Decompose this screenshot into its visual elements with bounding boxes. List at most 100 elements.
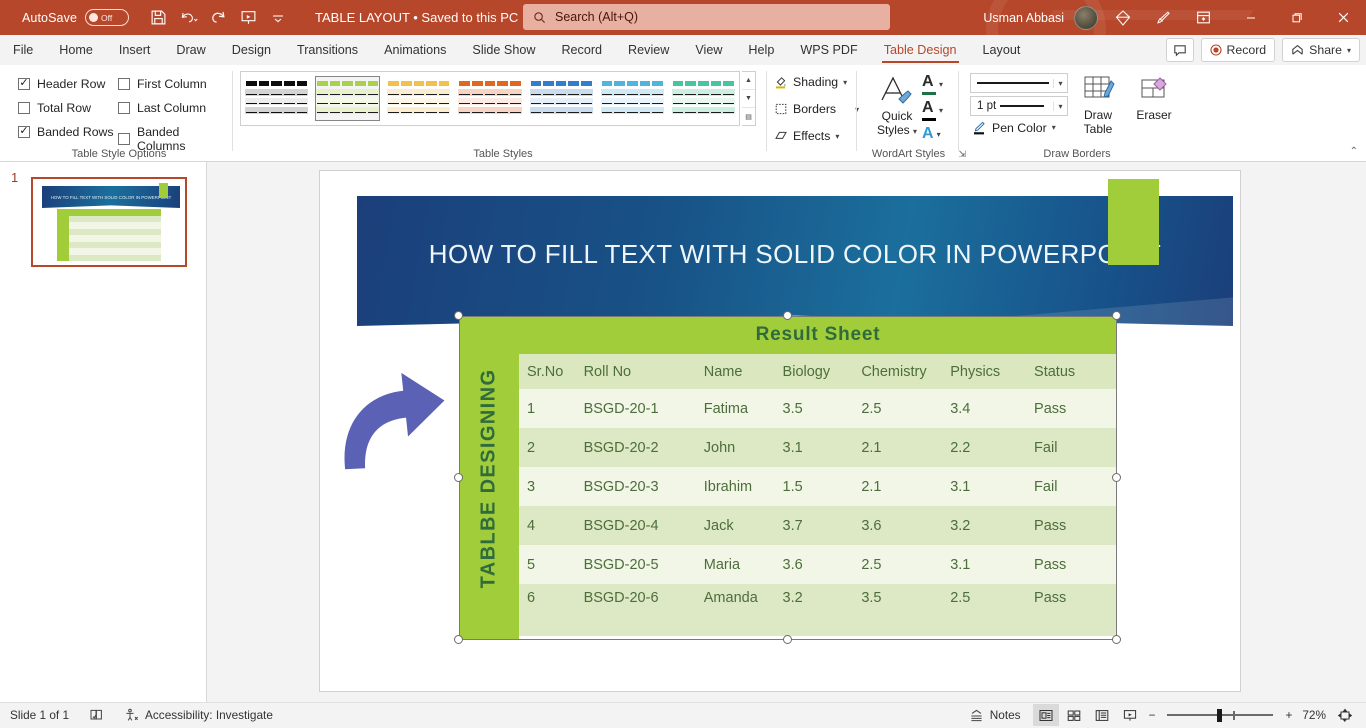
chevron-down-icon[interactable]: ▾ — [1053, 78, 1067, 88]
tab-table-design[interactable]: Table Design — [871, 35, 970, 65]
curved-arrow-shape[interactable] — [334, 366, 452, 471]
ribbon-display-options-icon[interactable] — [1188, 4, 1218, 32]
table-row[interactable]: 5 BSGD-20-5 Maria 3.6 2.5 3.1 Pass — [519, 545, 1117, 584]
table-style-themed-style-lightblue[interactable] — [600, 77, 664, 120]
checkbox-header-row[interactable]: Header Row — [18, 77, 105, 91]
customize-quick-access-icon[interactable] — [263, 4, 293, 32]
document-title[interactable]: TABLE LAYOUT • Saved to this PC — [315, 10, 535, 25]
chevron-down-icon[interactable]: ▾ — [1053, 101, 1067, 111]
table-style-themed-style-gold[interactable] — [387, 77, 451, 120]
result-table[interactable]: Result Sheet Sr.No Roll No Name Biology … — [519, 316, 1117, 636]
zoom-in-button[interactable]: + — [1281, 703, 1296, 728]
accessibility-status[interactable]: Accessibility: Investigate — [114, 703, 283, 728]
zoom-slider-handle[interactable] — [1217, 708, 1223, 722]
resize-handle-top-center[interactable] — [783, 311, 792, 320]
resize-handle-middle-right[interactable] — [1112, 473, 1121, 482]
resize-handle-middle-left[interactable] — [454, 473, 463, 482]
resize-handle-bottom-center[interactable] — [783, 635, 792, 644]
minimize-icon[interactable] — [1228, 0, 1274, 35]
slide-sorter-icon[interactable] — [1061, 704, 1087, 726]
save-icon[interactable] — [143, 4, 173, 32]
table-styles-gallery[interactable] — [240, 71, 740, 126]
green-accent-rectangle[interactable] — [1108, 179, 1159, 265]
comments-button[interactable] — [1165, 38, 1194, 62]
resize-handle-top-left[interactable] — [454, 311, 463, 320]
shading-button[interactable]: Shading ▾ — [774, 75, 847, 89]
table-style-themed-style-green[interactable] — [315, 76, 381, 121]
slide-surface[interactable]: HOW TO FILL TEXT WITH SOLID COLOR IN POW… — [320, 171, 1240, 691]
zoom-level[interactable]: 72% — [1298, 703, 1330, 728]
slide-title[interactable]: HOW TO FILL TEXT WITH SOLID COLOR IN POW… — [357, 196, 1233, 326]
user-name[interactable]: Usman Abbasi — [983, 11, 1064, 25]
tab-record[interactable]: Record — [548, 35, 615, 65]
tab-file[interactable]: File — [0, 35, 46, 65]
restore-icon[interactable] — [1274, 0, 1320, 35]
gallery-more-icon[interactable]: ▤ — [742, 108, 755, 125]
table-style-themed-style-orange[interactable] — [458, 77, 522, 120]
vertical-label-shape[interactable]: TABLBE DESIGNING — [459, 316, 519, 640]
effects-button[interactable]: Effects ▾ — [774, 129, 839, 143]
draw-table-button[interactable]: Draw Table — [1072, 73, 1124, 136]
zoom-out-button[interactable]: − — [1145, 703, 1160, 728]
normal-view-icon[interactable] — [1032, 704, 1059, 726]
table-row[interactable]: 2 BSGD-20-2 John 3.1 2.1 2.2 Fail — [519, 428, 1117, 467]
resize-handle-bottom-left[interactable] — [454, 635, 463, 644]
tab-slide-show[interactable]: Slide Show — [459, 35, 548, 65]
text-outline-button[interactable]: A ▾ — [922, 99, 943, 121]
resize-handle-top-right[interactable] — [1112, 311, 1121, 320]
resize-handle-bottom-right[interactable] — [1112, 635, 1121, 644]
tab-view[interactable]: View — [682, 35, 735, 65]
ink-pen-icon[interactable] — [1148, 4, 1178, 32]
tab-review[interactable]: Review — [615, 35, 682, 65]
eraser-button[interactable]: Eraser — [1128, 73, 1180, 122]
tab-insert[interactable]: Insert — [106, 35, 164, 65]
result-table-group[interactable]: TABLBE DESIGNING Result Sheet Sr.No Roll… — [459, 316, 1117, 640]
gallery-scroll-up-icon[interactable]: ▲ — [742, 72, 755, 90]
tab-design[interactable]: Design — [219, 35, 284, 65]
tab-animations[interactable]: Animations — [371, 35, 459, 65]
checkbox-first-column[interactable]: First Column — [118, 77, 207, 91]
checkbox-banded-rows[interactable]: Banded Rows — [18, 125, 114, 139]
checkbox-total-row[interactable]: Total Row — [18, 101, 91, 115]
fit-slide-icon[interactable] — [1332, 704, 1358, 726]
table-row[interactable]: 3 BSGD-20-3 Ibrahim 1.5 2.1 3.1 Fail — [519, 467, 1117, 506]
collapse-ribbon-icon[interactable]: ⌃ — [1350, 146, 1358, 157]
zoom-slider[interactable] — [1161, 704, 1279, 726]
text-fill-button[interactable]: A ▾ — [922, 73, 943, 95]
share-button[interactable]: Share ▾ — [1282, 38, 1360, 62]
pen-style-combo[interactable]: ▾ — [970, 73, 1068, 93]
search-input[interactable]: Search (Alt+Q) — [523, 4, 890, 30]
undo-icon[interactable] — [173, 4, 203, 32]
gallery-scroll-down-icon[interactable]: ▼ — [742, 90, 755, 108]
autosave-toggle[interactable]: Off — [85, 9, 130, 26]
pen-color-button[interactable]: Pen Color ▾ — [972, 120, 1056, 135]
checkbox-last-column[interactable]: Last Column — [118, 101, 206, 115]
avatar[interactable] — [1074, 5, 1098, 30]
start-presentation-icon[interactable] — [233, 4, 263, 32]
tab-draw[interactable]: Draw — [163, 35, 218, 65]
borders-button[interactable]: Borders ▾ — [774, 102, 859, 116]
table-style-themed-style-blue[interactable] — [529, 77, 593, 120]
table-row[interactable]: 1 BSGD-20-1 Fatima 3.5 2.5 3.4 Pass — [519, 389, 1117, 428]
pen-weight-combo[interactable]: 1 pt ▾ — [970, 96, 1068, 116]
reading-view-icon[interactable] — [1089, 704, 1115, 726]
table-row[interactable]: 6 BSGD-20-6 Amanda 3.2 3.5 2.5 Pass — [519, 584, 1117, 636]
tab-transitions[interactable]: Transitions — [284, 35, 371, 65]
quick-styles-icon[interactable] — [876, 73, 916, 114]
notes-button[interactable]: Notes — [959, 703, 1031, 728]
record-button[interactable]: Record — [1200, 38, 1276, 62]
table-style-no-style-table-grid[interactable] — [245, 77, 309, 120]
slide-thumbnail[interactable]: HOW TO FILL TEXT WITH SOLID COLOR IN POW… — [31, 177, 187, 267]
tab-home[interactable]: Home — [46, 35, 106, 65]
slide-indicator[interactable]: Slide 1 of 1 — [0, 703, 79, 728]
microsoft-365-diamond-icon[interactable] — [1108, 4, 1138, 32]
slideshow-icon[interactable] — [1117, 704, 1143, 726]
tab-help[interactable]: Help — [735, 35, 787, 65]
text-effects-button[interactable]: A ▾ — [922, 125, 941, 143]
table-style-themed-style-teal[interactable] — [671, 77, 735, 120]
tab-wps-pdf[interactable]: WPS PDF — [787, 35, 870, 65]
close-icon[interactable] — [1320, 0, 1366, 35]
spell-check-icon[interactable] — [79, 703, 114, 728]
table-row[interactable]: 4 BSGD-20-4 Jack 3.7 3.6 3.2 Pass — [519, 506, 1117, 545]
redo-icon[interactable] — [203, 4, 233, 32]
